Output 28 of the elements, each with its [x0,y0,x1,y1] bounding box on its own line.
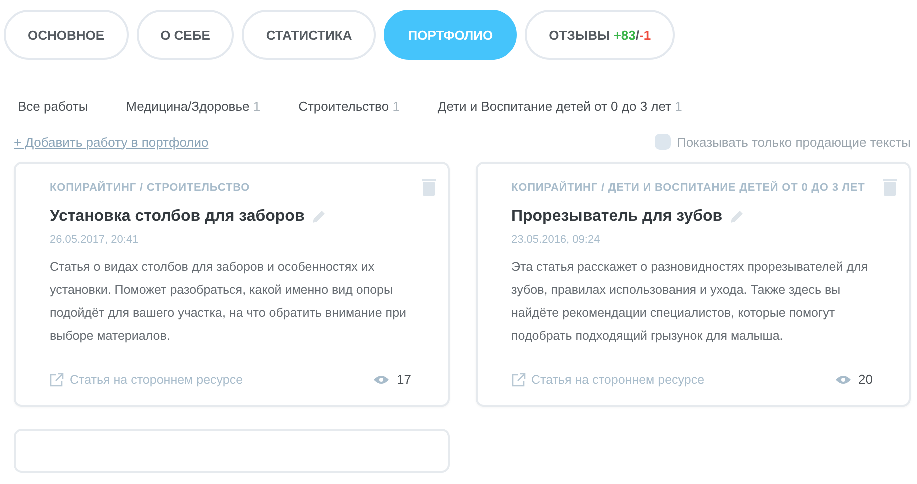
pencil-icon[interactable] [728,209,745,225]
view-count: 17 [397,372,412,387]
category-filter[interactable]: Медицина/Здоровье 1 [126,99,261,114]
tab[interactable]: СТАТИСТИКА [242,10,376,60]
card-category: КОПИРАЙТИНГ / СТРОИТЕЛЬСТВО [50,180,252,196]
card-date: 23.05.2016, 09:24 [512,234,602,246]
trash-icon[interactable] [883,178,897,196]
card-title: Прорезыватель для зубов [512,208,723,226]
tab[interactable]: О СЕБЕ [136,10,234,60]
checkbox-label: Показывать только продающие тексты [676,134,911,150]
external-link-icon [512,372,526,386]
category-filter[interactable]: Дети и Воспитание детей от 0 до 3 лет 1 [438,99,682,114]
trash-icon[interactable] [422,178,436,196]
tab[interactable]: ОСНОВНОЕ [4,10,129,60]
card-date: 26.05.2017, 20:41 [50,234,140,246]
checkbox[interactable] [654,134,671,150]
card-description: Статья о видах столбов для заборов и особенностях их установки. Поможет разобраться, какой именно вид опоры подойдёт для вашего участка, на что обратить внимание при выборе материалов. [50,259,408,345]
external-link-icon [50,372,64,386]
view-count: 20 [858,372,873,387]
card-category: КОПИРАЙТИНГ / ДЕТИ И ВОСПИТАНИЕ ДЕТЕЙ ОТ 0 ДО 3 ЛЕТ [512,180,866,196]
category-filter[interactable]: Строительство 1 [298,99,400,114]
eye-icon [374,374,390,384]
pencil-icon[interactable] [310,209,327,225]
card-description: Эта статья расскажет о разновидностях прорезывателей для зубов, правилах использования и ухода. Также здесь вы найдёте рекомендации специалистов, которые помогут подобрать подходящий грызунок для малыша. [512,259,870,345]
tab[interactable]: ОТЗЫВЫ +83/-1 [525,10,676,60]
eye-icon [836,374,851,384]
card-title: Установка столбов для заборов [50,208,305,226]
category-filter[interactable]: Все работы [18,99,88,114]
